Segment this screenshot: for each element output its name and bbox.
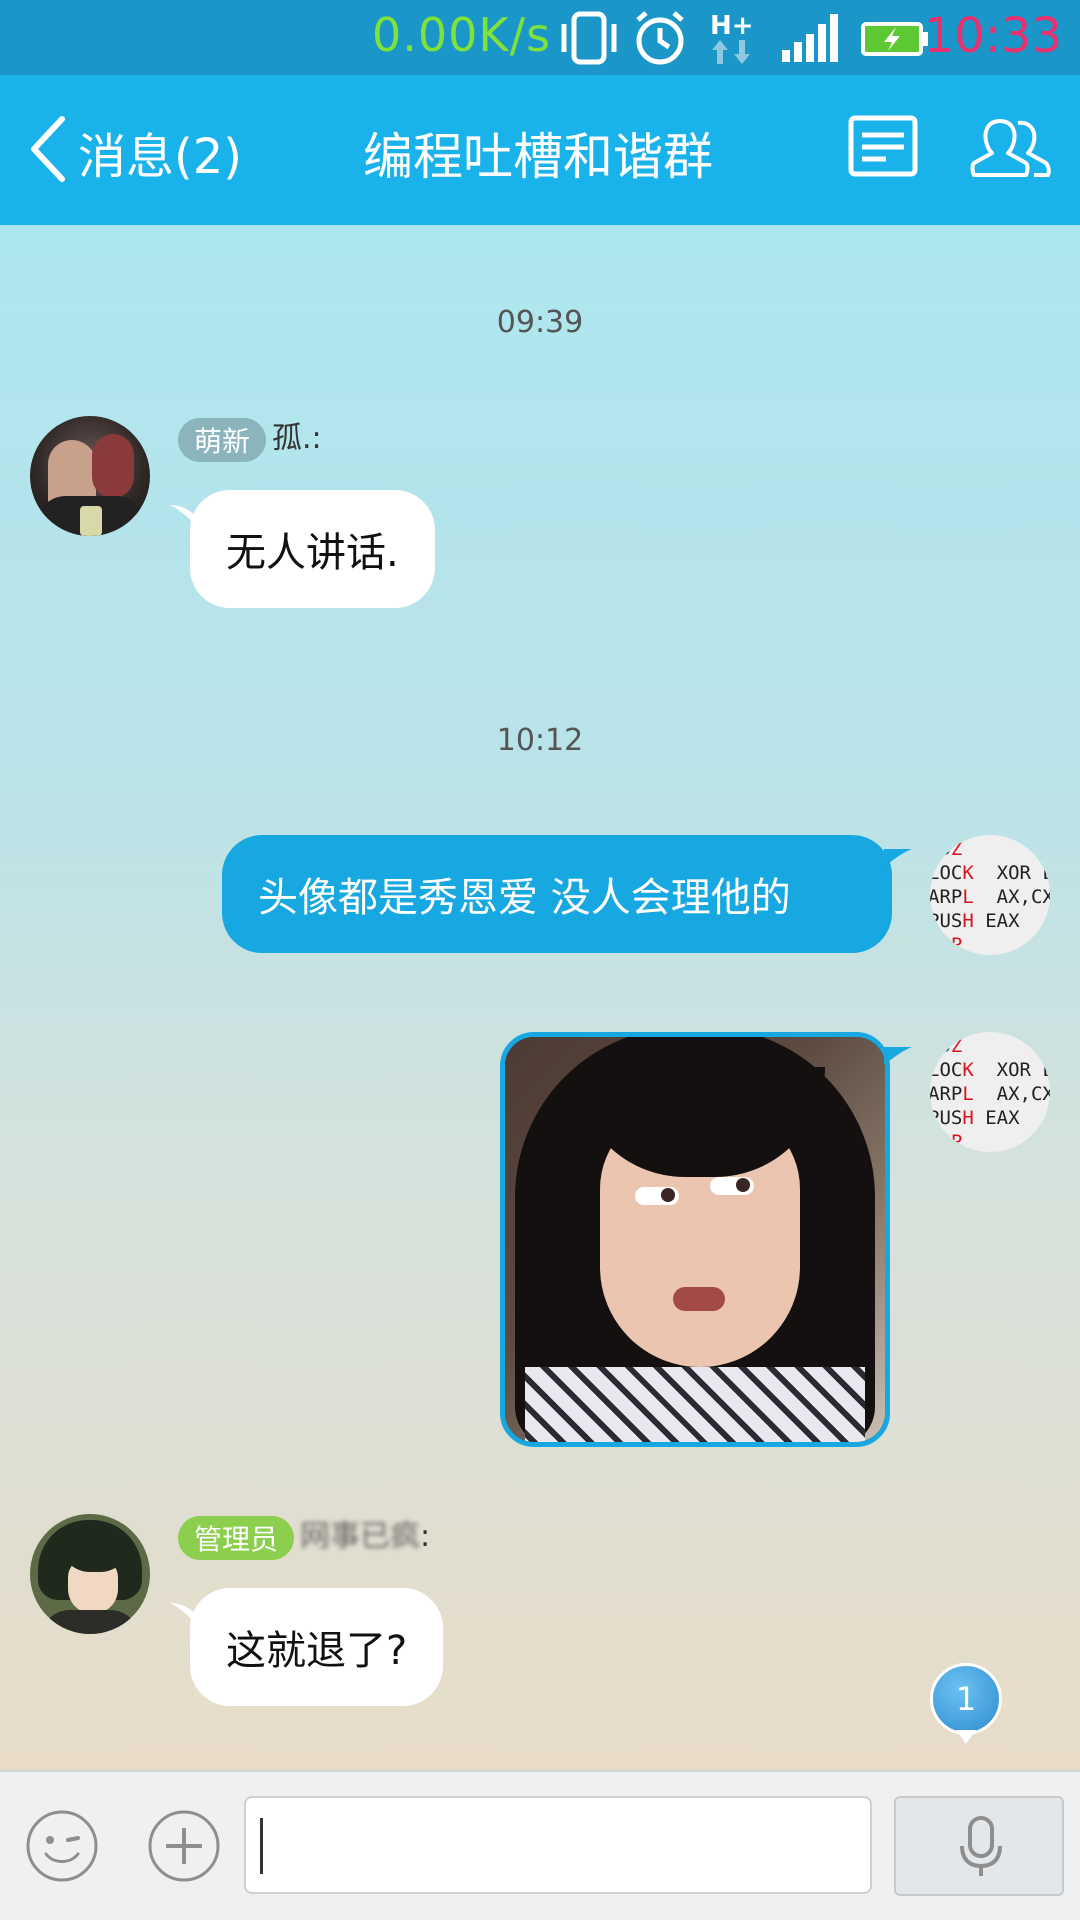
timestamp: 10:12 [496, 723, 584, 758]
code-text: NO [930, 934, 951, 955]
avatar[interactable] [30, 1514, 150, 1634]
sender-name[interactable]: 孤.: [272, 421, 322, 456]
code-text: L [962, 1083, 974, 1105]
avatar[interactable] [30, 416, 150, 536]
sender-line: 管理员 网事已疯: [178, 1511, 430, 1560]
message-input[interactable] [244, 1796, 872, 1894]
code-text: H [962, 1107, 974, 1129]
admin-badge: 管理员 [178, 1515, 295, 1560]
group-members-icon[interactable] [970, 115, 1056, 181]
code-text: XOR L [973, 862, 1050, 884]
message-bubble[interactable]: 这就退了? [190, 1588, 444, 1706]
signal-icon [782, 14, 838, 62]
vibrate-icon [561, 11, 617, 65]
code-text: AX,CX [973, 886, 1050, 908]
sender-line: 萌新 孤.: [178, 413, 322, 462]
code-text: EAX [973, 1107, 1020, 1129]
status-bar: 0.00K/s H+ 10:33 [0, 0, 1080, 75]
image-message[interactable] [500, 1032, 890, 1447]
code-text: PUS [930, 1107, 963, 1129]
clock: 10:33 [923, 8, 1062, 64]
badge-tail [956, 1730, 976, 1744]
code-text: LOC [930, 862, 963, 884]
code-text: ARP [930, 886, 963, 908]
input-bar [0, 1770, 1080, 1920]
bubble-tail [884, 1047, 912, 1065]
code-text: LD [930, 838, 951, 860]
code-text: Z [950, 1035, 963, 1057]
page-title: 编程吐槽和谐群 [363, 128, 713, 186]
sender-name[interactable]: 网事已疯 [300, 1519, 420, 1554]
code-text: P [950, 1131, 963, 1152]
code-text: PUS [930, 910, 963, 932]
code-text: ARP [930, 1083, 963, 1105]
title-bar: 消息(2) 编程吐槽和谐群 [0, 75, 1080, 225]
code-text: K [962, 862, 974, 884]
microphone-icon [960, 1816, 1002, 1876]
code-text: LOC [930, 1059, 963, 1081]
timestamp: 09:39 [496, 305, 584, 340]
message-bubble[interactable]: 无人讲话. [190, 490, 435, 608]
bubble-tail [884, 849, 912, 867]
network-speed: 0.00K/s [372, 8, 552, 62]
avatar-self[interactable]: LDZ LOCK XOR L ARPL AX,CX PUSH EAX NOP [930, 1032, 1050, 1152]
code-text: LD [930, 1035, 951, 1057]
battery-charging-icon [861, 22, 928, 56]
chat-area[interactable]: 09:39 萌新 孤.: 无人讲话. 10:12 头像都是秀恩爱 没人会理他的 L… [0, 225, 1080, 1770]
voice-button[interactable] [894, 1796, 1064, 1896]
code-text: H [962, 910, 974, 932]
text-caret [260, 1818, 263, 1874]
hplus-data-icon: H+ [710, 11, 754, 64]
code-text: XOR L [973, 1059, 1050, 1081]
message-bubble-outgoing[interactable]: 头像都是秀恩爱 没人会理他的 [222, 835, 892, 953]
emoji-icon[interactable] [24, 1808, 100, 1884]
code-text: Z [950, 838, 963, 860]
code-text: NO [930, 1131, 951, 1152]
code-text: EAX [973, 910, 1020, 932]
plus-icon[interactable] [146, 1808, 222, 1884]
code-text: L [962, 886, 974, 908]
unread-count-badge[interactable]: 1 [930, 1663, 1002, 1735]
avatar-self[interactable]: LDZ LOCK XOR L ARPL AX,CX PUSH EAX NOP [930, 835, 1050, 955]
member-badge: 萌新 [178, 417, 267, 462]
code-text: P [950, 934, 963, 955]
code-text: AX,CX [973, 1083, 1050, 1105]
code-text: K [962, 1059, 974, 1081]
svg-text:H+: H+ [710, 11, 754, 41]
group-notice-icon[interactable] [848, 115, 918, 179]
alarm-icon [636, 11, 684, 65]
